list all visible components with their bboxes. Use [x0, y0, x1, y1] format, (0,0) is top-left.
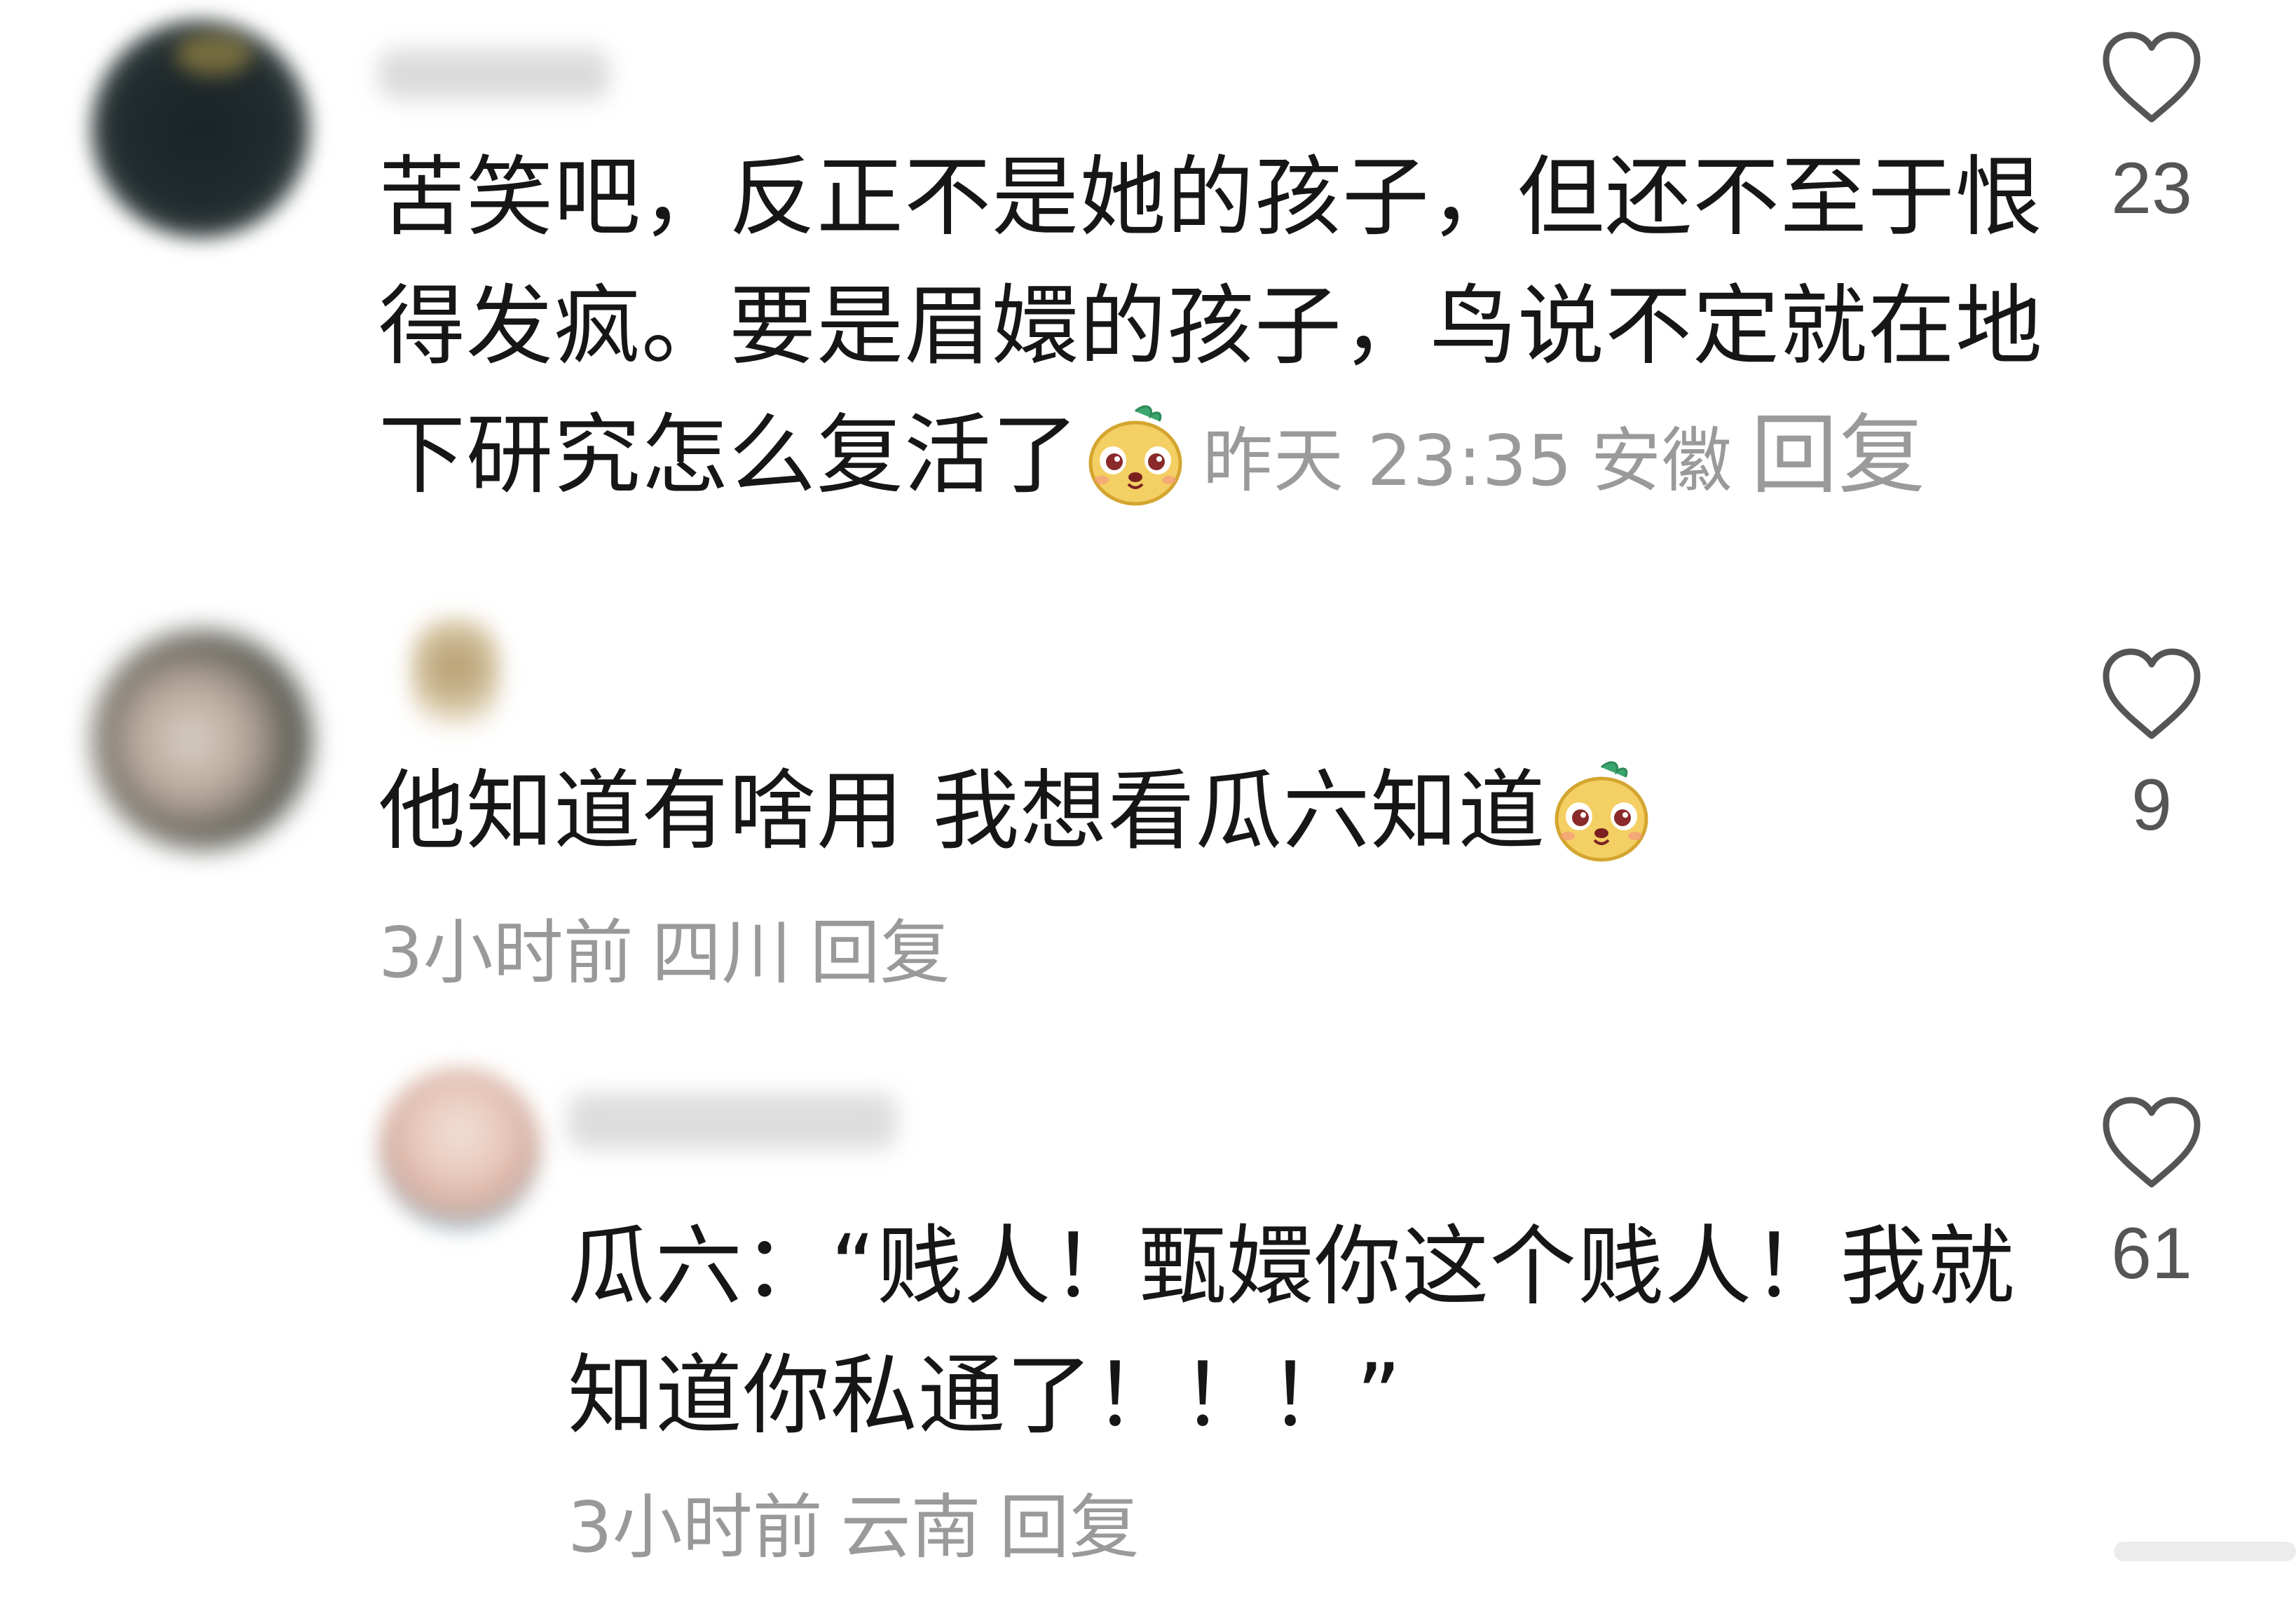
like-count: 9: [2131, 765, 2172, 846]
like-button[interactable]: 23: [2089, 28, 2215, 234]
avatar[interactable]: [378, 1068, 541, 1231]
comment-meta: 3小时前 云南 回复: [568, 1479, 1140, 1577]
comment-time: 3小时前: [568, 1486, 823, 1568]
user-badge: [410, 617, 501, 729]
avatar[interactable]: [93, 631, 311, 849]
comment-text-line: 苦笑吧，反正不是她的孩子，但还不至于恨: [378, 147, 2044, 248]
emoji-face-icon: [1086, 402, 1184, 507]
comment-text-line: 得发疯。要是眉嬛的孩子，鸟说不定就在地: [378, 276, 2044, 377]
reply-button[interactable]: 回复: [1751, 405, 1926, 506]
avatar[interactable]: [91, 20, 310, 238]
comment-location: 云南: [840, 1486, 981, 1568]
comment-text-line: 下研究怎么复活了: [378, 405, 1080, 506]
emoji-face-icon: [1552, 758, 1651, 863]
scrollbar[interactable]: [2114, 1542, 2296, 1561]
comment-location: 四川: [651, 912, 792, 994]
like-count: 23: [2111, 148, 2192, 229]
comment-time: 3小时前: [378, 912, 634, 994]
comment-location: 安徽: [1591, 420, 1733, 502]
comment-text-line-with-meta: 下研究怎么复活了 昨天 23:35 安徽 回复: [378, 391, 1926, 526]
like-button[interactable]: 9: [2089, 645, 2215, 851]
heart-outline-icon: [2103, 32, 2201, 123]
like-button[interactable]: 61: [2089, 1093, 2215, 1299]
heart-outline-icon: [2103, 1097, 2201, 1188]
comment-text-line: 他知道有啥用 我想看瓜六知道: [378, 761, 1546, 862]
comment-text-line-with-emoji: 他知道有啥用 我想看瓜六知道: [378, 747, 1651, 876]
like-count: 61: [2111, 1213, 2192, 1294]
comment-text-line: 瓜六：“贱人！甄嬛你这个贱人！我就: [568, 1216, 2016, 1317]
reply-button[interactable]: 回复: [810, 912, 950, 994]
comment-meta: 3小时前 四川 回复: [378, 904, 950, 1002]
reply-button[interactable]: 回复: [999, 1486, 1140, 1568]
comment-time: 昨天 23:35: [1203, 420, 1573, 502]
username[interactable]: [378, 49, 610, 100]
comment-text-line: 知道你私通了！！！”: [568, 1345, 1402, 1446]
heart-outline-icon: [2103, 648, 2201, 739]
username[interactable]: [568, 1093, 897, 1149]
